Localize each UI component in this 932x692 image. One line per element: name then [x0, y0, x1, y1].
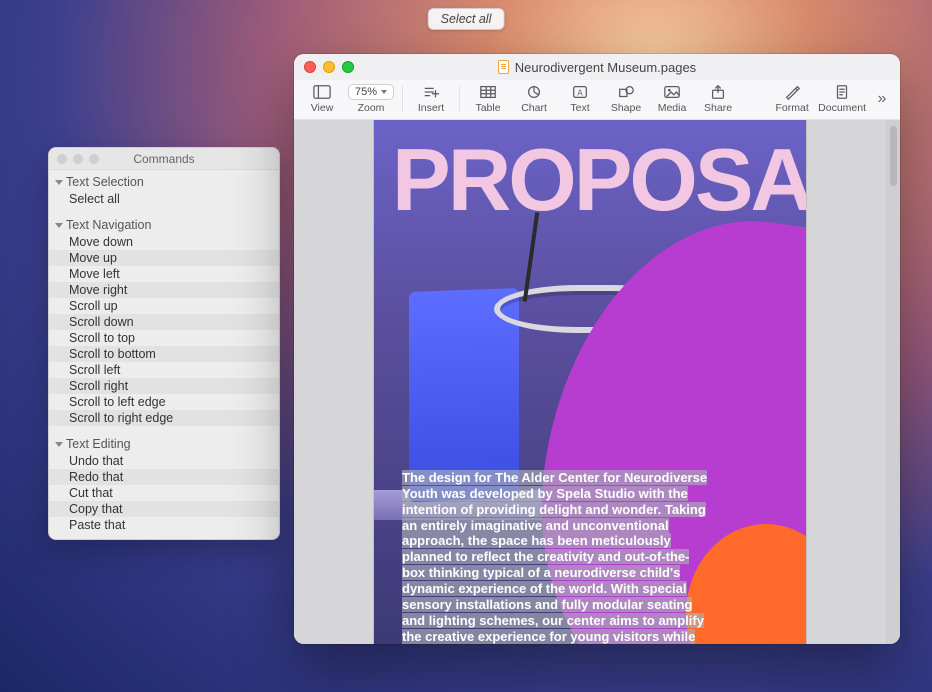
shape-button[interactable]: Shape	[604, 80, 648, 118]
cmd-scroll-down[interactable]: Scroll down	[49, 314, 279, 330]
commands-title: Commands	[49, 152, 279, 166]
document-canvas[interactable]: PROPOSAL The design for The Alder Center…	[294, 120, 900, 644]
voice-control-hint: Select all	[428, 8, 505, 30]
tool-label: Document	[818, 102, 866, 114]
cmd-redo[interactable]: Redo that	[49, 469, 279, 485]
zoom-button[interactable]: 75% Zoom	[346, 80, 396, 118]
text-icon: A	[571, 83, 589, 100]
cmd-move-right[interactable]: Move right	[49, 282, 279, 298]
document-title-text: Neurodivergent Museum.pages	[515, 60, 696, 75]
cmd-move-left[interactable]: Move left	[49, 266, 279, 282]
zoom-value: 75%	[355, 86, 377, 98]
cmd-scroll-right[interactable]: Scroll right	[49, 378, 279, 394]
pages-window: Neurodivergent Museum.pages View 75% Zoo…	[294, 54, 900, 644]
cmd-copy[interactable]: Copy that	[49, 501, 279, 517]
svg-text:A: A	[577, 88, 583, 97]
section-label: Text Navigation	[66, 218, 151, 232]
separator	[459, 86, 460, 112]
tool-label: View	[311, 102, 334, 114]
chevron-down-icon	[55, 180, 63, 185]
insert-button[interactable]: Insert	[409, 80, 453, 118]
cmd-cut[interactable]: Cut that	[49, 485, 279, 501]
table-icon	[479, 83, 497, 100]
voice-control-text: Select all	[441, 12, 492, 26]
document-page[interactable]: PROPOSAL The design for The Alder Center…	[374, 120, 806, 644]
tool-label: Media	[658, 102, 687, 114]
cmd-move-up[interactable]: Move up	[49, 250, 279, 266]
cmd-scroll-up[interactable]: Scroll up	[49, 298, 279, 314]
zoom-level: 75%	[348, 83, 394, 100]
section-text-selection[interactable]: Text Selection	[49, 172, 279, 191]
text-button[interactable]: A Text	[558, 80, 602, 118]
cmd-paste[interactable]: Paste that	[49, 517, 279, 533]
chart-button[interactable]: Chart	[512, 80, 556, 118]
section-label: Text Editing	[66, 437, 131, 451]
shape-icon	[617, 83, 635, 100]
commands-body: Text Selection Select all Text Navigatio…	[49, 170, 279, 539]
section-label: Text Selection	[66, 175, 144, 189]
media-button[interactable]: Media	[650, 80, 694, 118]
toolbar: View 75% Zoom Insert Table Chart A Text	[294, 80, 900, 120]
cmd-scroll-right-edge[interactable]: Scroll to right edge	[49, 410, 279, 426]
selected-text[interactable]: The design for The Alder Center for Neur…	[402, 470, 707, 644]
toolbar-overflow[interactable]: »	[870, 90, 894, 108]
cmd-select-all[interactable]: Select all	[49, 191, 279, 207]
commands-window: Commands Text Selection Select all Text …	[48, 147, 280, 540]
commands-titlebar[interactable]: Commands	[49, 148, 279, 170]
tool-label: Zoom	[358, 102, 385, 114]
tool-label: Chart	[521, 102, 547, 114]
body-text-selected[interactable]: The design for The Alder Center for Neur…	[402, 470, 710, 644]
vertical-scrollbar[interactable]	[886, 120, 900, 644]
chevron-right-icon: »	[878, 90, 887, 107]
tool-label: Table	[475, 102, 500, 114]
sidebar-icon	[313, 83, 331, 100]
tool-label: Format	[776, 102, 809, 114]
headline-text[interactable]: PROPOSAL	[392, 140, 806, 219]
separator	[402, 86, 403, 112]
scrollbar-thumb[interactable]	[890, 126, 897, 186]
view-button[interactable]: View	[300, 80, 344, 118]
tool-label: Insert	[418, 102, 444, 114]
cmd-scroll-top[interactable]: Scroll to top	[49, 330, 279, 346]
cmd-scroll-bottom[interactable]: Scroll to bottom	[49, 346, 279, 362]
tool-label: Text	[570, 102, 589, 114]
chevron-down-icon	[55, 223, 63, 228]
section-text-navigation[interactable]: Text Navigation	[49, 215, 279, 234]
share-icon	[709, 83, 727, 100]
cmd-move-down[interactable]: Move down	[49, 234, 279, 250]
media-icon	[663, 83, 681, 100]
format-icon	[783, 83, 801, 100]
pages-doc-icon	[498, 60, 509, 74]
table-button[interactable]: Table	[466, 80, 510, 118]
cmd-scroll-left[interactable]: Scroll left	[49, 362, 279, 378]
document-button[interactable]: Document	[816, 80, 868, 118]
share-button[interactable]: Share	[696, 80, 740, 118]
section-text-editing[interactable]: Text Editing	[49, 434, 279, 453]
tool-label: Shape	[611, 102, 641, 114]
tool-label: Share	[704, 102, 732, 114]
chart-icon	[525, 83, 543, 100]
document-title: Neurodivergent Museum.pages	[294, 60, 900, 75]
chevron-down-icon	[381, 90, 387, 94]
insert-icon	[422, 83, 440, 100]
cmd-scroll-left-edge[interactable]: Scroll to left edge	[49, 394, 279, 410]
pages-titlebar[interactable]: Neurodivergent Museum.pages	[294, 54, 900, 80]
chevron-down-icon	[55, 442, 63, 447]
document-icon	[833, 83, 851, 100]
cmd-undo[interactable]: Undo that	[49, 453, 279, 469]
format-button[interactable]: Format	[770, 80, 814, 118]
